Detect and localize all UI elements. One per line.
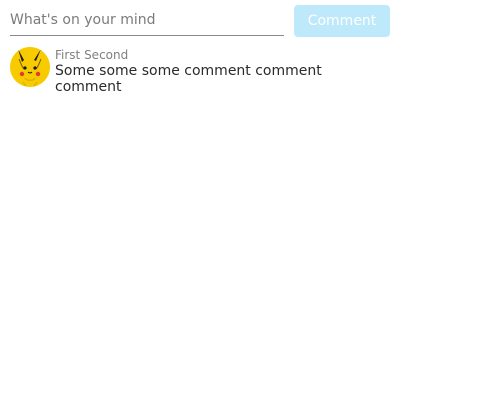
- comment-composer: Comment: [10, 5, 390, 37]
- comment-author: First Second: [55, 48, 129, 62]
- comment-text: Some some some comment comment comment: [55, 63, 322, 95]
- comment-button[interactable]: Comment: [294, 5, 390, 37]
- pikachu-avatar-icon: [10, 47, 50, 87]
- comment-input[interactable]: [10, 5, 284, 36]
- comment-content: First Second Some some some comment comm…: [55, 46, 340, 95]
- avatar: [10, 47, 50, 87]
